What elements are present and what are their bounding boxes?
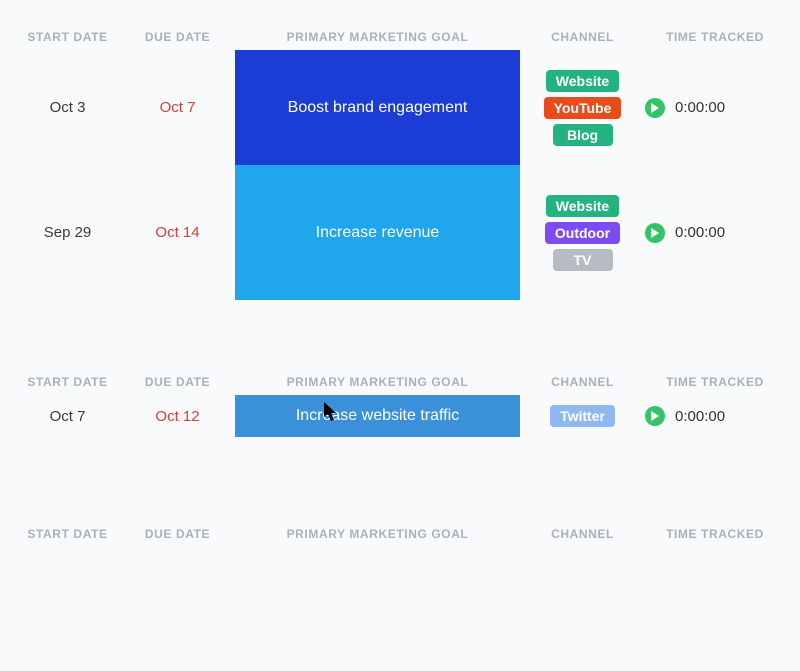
play-timer-button[interactable] [645,406,665,426]
column-headers: START DATEDUE DATEPRIMARY MARKETING GOAL… [0,30,800,50]
task-group: START DATEDUE DATEPRIMARY MARKETING GOAL… [0,437,800,547]
header-channel[interactable]: CHANNEL [520,527,645,541]
time-tracked-cell: 0:00:00 [645,223,785,243]
channel-cell: Twitter [520,397,645,435]
header-time[interactable]: TIME TRACKED [645,30,785,44]
header-goal[interactable]: PRIMARY MARKETING GOAL [235,375,520,389]
table-row: Oct 3Oct 7 Boost brand engagement Website Y… [0,50,800,165]
time-tracked-cell: 0:00:00 [645,406,785,426]
header-start[interactable]: START DATE [15,375,120,389]
start-date[interactable]: Oct 3 [15,99,120,116]
header-start[interactable]: START DATE [15,30,120,44]
goal-label: Boost brand engagement [288,99,468,117]
channel-chip[interactable]: Twitter [550,405,615,427]
header-channel[interactable]: CHANNEL [520,30,645,44]
task-group: START DATEDUE DATEPRIMARY MARKETING GOAL… [0,300,800,437]
due-date[interactable]: Oct 14 [120,224,235,241]
goal-card[interactable]: Increase website traffic [235,395,520,437]
start-date[interactable]: Sep 29 [15,224,120,241]
goal-card[interactable]: Increase revenue [235,165,520,300]
goal-label: Increase website traffic [296,407,459,425]
channel-chip[interactable]: Outdoor [545,222,620,244]
header-time[interactable]: TIME TRACKED [645,375,785,389]
channel-chip[interactable]: YouTube [544,97,622,119]
time-value: 0:00:00 [675,99,725,116]
time-value: 0:00:00 [675,224,725,241]
channel-cell: Website Outdoor TV [520,187,645,279]
header-goal[interactable]: PRIMARY MARKETING GOAL [235,527,520,541]
column-headers: START DATEDUE DATEPRIMARY MARKETING GOAL… [0,527,800,547]
play-timer-button[interactable] [645,98,665,118]
channel-chip[interactable]: Website [546,70,619,92]
header-time[interactable]: TIME TRACKED [645,527,785,541]
header-due[interactable]: DUE DATE [120,30,235,44]
table-row: Sep 29Oct 14 Increase revenue Website Outdo… [0,165,800,300]
task-group: START DATEDUE DATEPRIMARY MARKETING GOAL… [0,0,800,300]
header-due[interactable]: DUE DATE [120,527,235,541]
channel-chip[interactable]: TV [553,249,613,271]
header-due[interactable]: DUE DATE [120,375,235,389]
header-start[interactable]: START DATE [15,527,120,541]
due-date[interactable]: Oct 7 [120,99,235,116]
channel-cell: Website YouTube Blog [520,62,645,154]
start-date[interactable]: Oct 7 [15,408,120,425]
table-row: Oct 7Oct 12 Increase website traffic Twitt… [0,395,800,437]
column-headers: START DATEDUE DATEPRIMARY MARKETING GOAL… [0,375,800,395]
header-goal[interactable]: PRIMARY MARKETING GOAL [235,30,520,44]
due-date[interactable]: Oct 12 [120,408,235,425]
play-timer-button[interactable] [645,223,665,243]
channel-chip[interactable]: Blog [553,124,613,146]
goal-label: Increase revenue [316,224,440,242]
time-value: 0:00:00 [675,408,725,425]
header-channel[interactable]: CHANNEL [520,375,645,389]
channel-chip[interactable]: Website [546,195,619,217]
goal-card[interactable]: Boost brand engagement [235,50,520,165]
time-tracked-cell: 0:00:00 [645,98,785,118]
